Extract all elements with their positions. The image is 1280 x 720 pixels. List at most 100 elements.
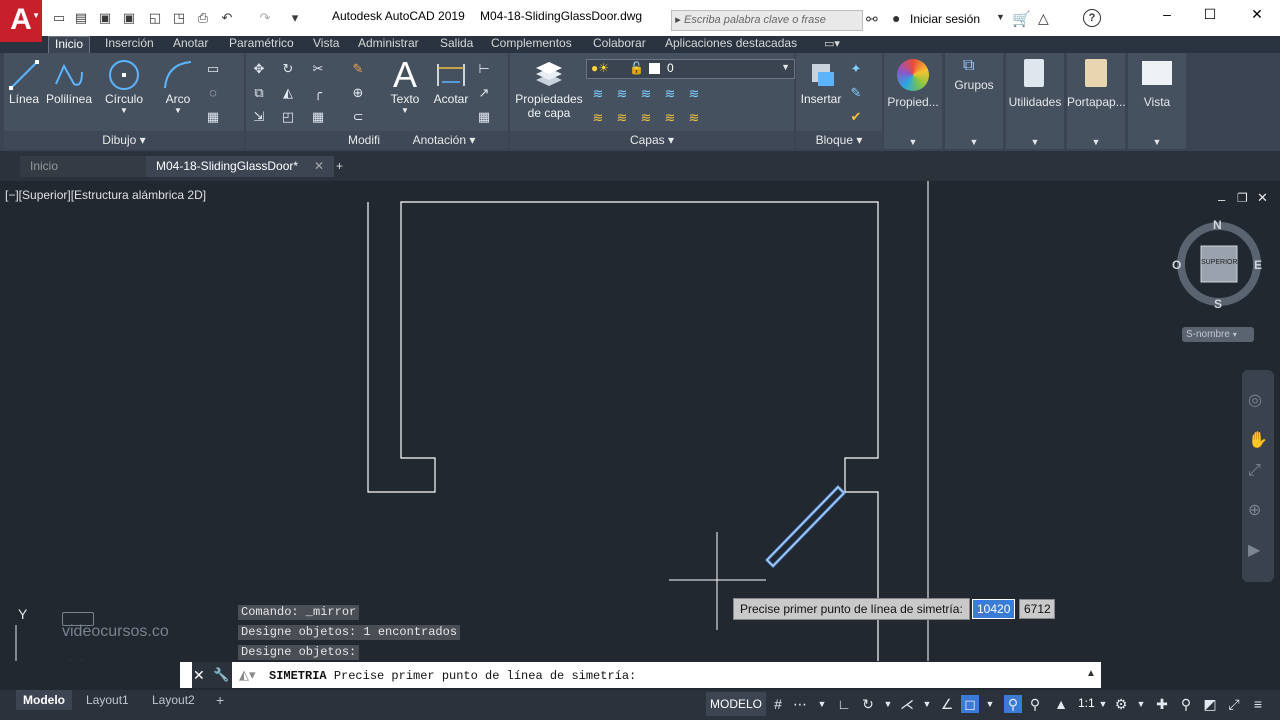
match-layer-icon[interactable]: ≋ [686, 110, 702, 126]
tab-anotar[interactable]: Anotar [173, 36, 208, 53]
quick-access-menu-icon[interactable]: ▾ [286, 10, 304, 26]
polar-tracking-icon[interactable]: ↻ [859, 695, 877, 713]
compass-east[interactable]: E [1254, 258, 1262, 272]
close-button[interactable]: ✕ [1237, 6, 1277, 23]
chevron-down-icon[interactable]: ▼ [813, 695, 831, 713]
application-menu-button[interactable]: A ▼ [0, 0, 42, 42]
file-tab-inicio[interactable]: Inicio [20, 156, 150, 177]
chevron-down-icon[interactable]: ▼ [981, 695, 999, 713]
rectangle-icon[interactable]: ▭ [205, 61, 221, 77]
viewport-minimize-button[interactable]: – [1218, 192, 1225, 207]
tab-administrar[interactable]: Administrar [358, 36, 419, 53]
layer-lock-icon[interactable]: ≋ [662, 86, 678, 102]
layout-tab-layout1[interactable]: Layout1 [86, 690, 129, 710]
explode-icon[interactable]: ⊕ [350, 85, 366, 101]
annotation-scale-value[interactable]: 1:1 [1078, 696, 1095, 710]
cart-icon[interactable]: 🛒 [1012, 10, 1031, 28]
orbit-icon[interactable]: ⊕ [1248, 500, 1261, 520]
insertar-tool[interactable]: Insertar [798, 58, 844, 106]
object-snap-icon[interactable]: ◻ [961, 695, 979, 713]
chevron-down-icon[interactable]: ▼ [918, 695, 936, 713]
arco-tool[interactable]: Arco ▼ [158, 58, 198, 115]
layer-unlock-icon[interactable]: ≋ [662, 110, 678, 126]
panel-bloque-title[interactable]: Bloque ▾ [796, 131, 882, 149]
texto-tool[interactable]: A Texto ▼ [386, 57, 424, 116]
panel-dibujo-title[interactable]: Dibujo ▾ [4, 131, 244, 149]
chevron-down-icon[interactable]: ▼ [996, 12, 1005, 22]
minimize-button[interactable]: – [1147, 6, 1187, 22]
new-tab-button[interactable]: + [330, 156, 352, 177]
erase-icon[interactable]: ✎ [350, 61, 366, 77]
command-history-toggle-icon[interactable]: ▲ [1086, 668, 1096, 679]
snap-icon[interactable]: ⋯ [791, 695, 809, 713]
layer-isolate-icon[interactable]: ≋ [614, 86, 630, 102]
edit-block-icon[interactable]: ✎ [848, 85, 864, 101]
linea-tool[interactable]: Línea [6, 58, 42, 106]
close-command-line-icon[interactable]: ✕ [193, 667, 205, 684]
stretch-icon[interactable]: ⇲ [251, 109, 267, 125]
model-space-button[interactable]: MODELO [706, 692, 766, 716]
polilinea-tool[interactable]: Polilínea [44, 58, 94, 106]
chevron-down-icon[interactable]: ▼ [158, 106, 198, 115]
object-snap-tracking-icon[interactable]: ∠ [938, 695, 956, 713]
copy-icon[interactable]: ⧉ [251, 85, 267, 101]
add-layout-button[interactable]: + [216, 690, 224, 710]
help-icon[interactable]: ? [1083, 9, 1101, 27]
viewport-restore-button[interactable]: ❐ [1237, 191, 1248, 205]
save-as-icon[interactable]: ▣ [120, 10, 138, 26]
rotate-icon[interactable]: ↻ [280, 61, 296, 77]
layer-thaw-icon[interactable]: ≋ [638, 110, 654, 126]
search-input[interactable]: ▸ Escriba palabra clave o frase [671, 10, 863, 31]
new-file-icon[interactable]: ▭ [50, 10, 68, 26]
auto-scale-icon[interactable]: ⚲ [1026, 695, 1044, 713]
customize-wrench-icon[interactable]: 🔧 [213, 667, 229, 683]
trim-icon[interactable]: ✂ [310, 61, 326, 77]
drawing-canvas[interactable] [0, 181, 1280, 661]
array-icon[interactable]: ▦ [310, 109, 326, 125]
layer-on-icon[interactable]: ≋ [590, 110, 606, 126]
compass-west[interactable]: O [1172, 258, 1181, 272]
linear-dimension-icon[interactable]: ⊢ [476, 61, 492, 77]
panel-vista[interactable]: Vista ▼ [1128, 53, 1186, 149]
layer-dropdown[interactable]: ●☀ 🔓 0 ▼ [586, 59, 795, 79]
make-current-icon[interactable]: ≋ [686, 86, 702, 102]
open-folder-icon[interactable]: ▤ [72, 10, 90, 26]
chevron-down-icon[interactable]: ▼ [1094, 695, 1112, 713]
save-icon[interactable]: ▣ [96, 10, 114, 26]
isometric-icon[interactable]: ⋌ [898, 695, 916, 713]
ucs-menu[interactable]: S-nombre ▾ [1182, 327, 1254, 342]
panel-propiedades[interactable]: Propied... ▼ [884, 53, 942, 149]
redo-icon[interactable]: ↷ [256, 10, 274, 26]
layer-freeze-icon[interactable]: ≋ [638, 86, 654, 102]
isolate-objects-icon[interactable]: ◩ [1201, 695, 1219, 713]
file-tab-active[interactable]: M04-18-SlidingGlassDoor* ✕ [146, 156, 334, 177]
hatch-icon[interactable]: ◌ [205, 85, 221, 101]
maximize-button[interactable]: ☐ [1190, 6, 1230, 23]
tab-salida[interactable]: Salida [440, 36, 473, 53]
zoom-extents-icon[interactable]: ⤢ [1248, 462, 1261, 480]
tab-complementos[interactable]: Complementos [491, 36, 572, 53]
customization-menu-icon[interactable]: ≡ [1249, 695, 1267, 713]
panel-capas-title[interactable]: Capas ▾ [510, 131, 794, 149]
a360-icon[interactable]: △ [1038, 10, 1049, 27]
y-coordinate-input[interactable]: 6712 [1019, 599, 1055, 619]
tab-parametrico[interactable]: Paramétrico [229, 36, 294, 53]
fullscreen-icon[interactable]: ⤢ [1225, 695, 1243, 713]
mirror-icon[interactable]: ◭ [280, 85, 296, 101]
panel-anotacion-title[interactable]: Anotación ▾ [380, 131, 508, 149]
chevron-down-icon[interactable]: ▼ [1132, 695, 1150, 713]
move-icon[interactable]: ✥ [251, 61, 267, 77]
fillet-icon[interactable]: ╭ [310, 85, 326, 101]
leader-icon[interactable]: ↗ [476, 85, 492, 101]
open-web-icon[interactable]: ◱ [146, 10, 164, 26]
panel-utilidades[interactable]: Utilidades ▼ [1006, 53, 1064, 149]
search-expand-icon[interactable]: ▸ [672, 11, 684, 30]
binoculars-icon[interactable]: ⚯ [866, 11, 878, 28]
units-icon[interactable]: ⚲ [1177, 695, 1195, 713]
viewport-controls[interactable]: [−][Superior][Estructura alámbrica 2D] [5, 188, 206, 202]
ortho-icon[interactable]: ∟ [835, 695, 853, 713]
close-tab-icon[interactable]: ✕ [314, 156, 324, 177]
annotation-visibility-icon[interactable]: ⚲ [1004, 695, 1022, 713]
create-block-icon[interactable]: ✦ [848, 61, 864, 77]
viewport-close-button[interactable]: ✕ [1257, 190, 1268, 206]
